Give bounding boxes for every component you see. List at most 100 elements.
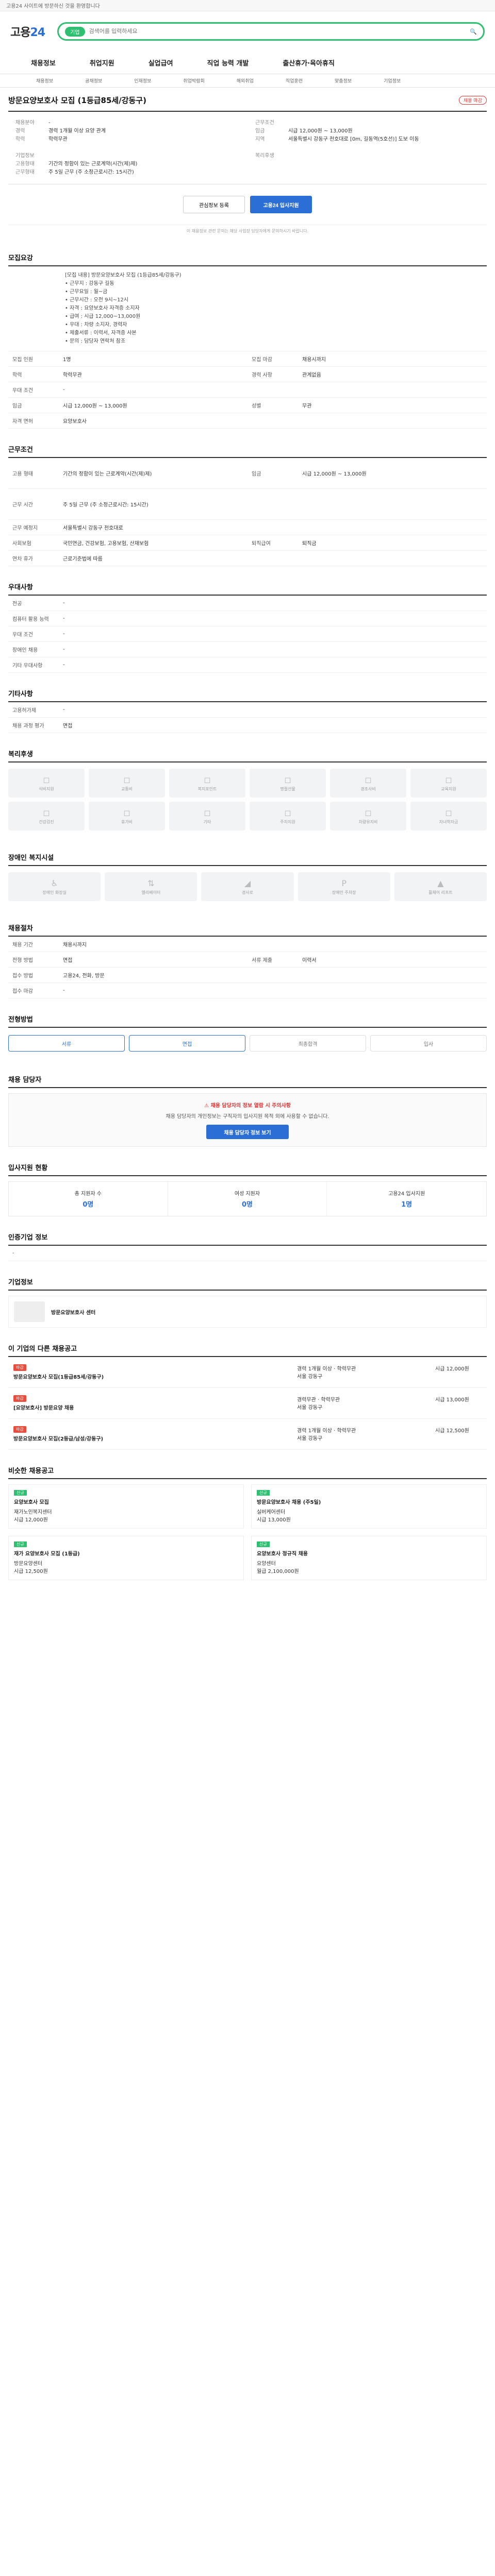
table-row: 채용 기간 채용시까지	[8, 937, 487, 952]
subnav-item[interactable]: 채용정보	[36, 77, 53, 84]
section-title: 근무조건	[8, 444, 487, 458]
section-title: 기업정보	[8, 1277, 487, 1291]
table-row: 컴퓨터 활용 능력 -	[8, 611, 487, 626]
section-preference: 우대사항 전공 - 컴퓨터 활용 능력 - 우대 조건 - 장애인 채용 - 기타 우대…	[8, 582, 487, 673]
subnav-item[interactable]: 공채정보	[85, 77, 102, 84]
status-badge: 채용 마감	[459, 96, 487, 105]
company-label: 기업정보	[15, 153, 35, 159]
similar-job-card[interactable]: 신규 재가 요양보호사 모집 (1등급) 방문요양센터 시급 12,500원	[8, 1536, 244, 1580]
similar-job-card[interactable]: 신규 방문요양보호사 채용 (주5일) 실버케어센터 시급 13,000원	[251, 1484, 487, 1529]
company-name: 방문요양보호사 센터	[51, 1310, 96, 1316]
recruit-description: [모집 내용] 방문요양보호사 모집 (1등급85세/강동구) • 근무지 : …	[8, 266, 487, 351]
table-row: 전형 방법 면접 서류 제출 이력서	[8, 952, 487, 968]
benefit-item: ◻ 복지포인트	[169, 769, 245, 798]
section-similar-jobs: 비슷한 채용공고 신규 요양보호사 모집 재가노인복지센터 시급 12,000원 신규…	[8, 1465, 487, 1580]
section-title: 전형방법	[8, 1014, 487, 1028]
step-item: 최종합격	[250, 1035, 366, 1052]
section-contact: 채용 담당자 ⚠ 채용 담당자의 정보 열람 시 주의사항 채용 담당자의 개인…	[8, 1074, 487, 1147]
benefit-label: 복리후생	[255, 153, 274, 159]
global-nav: 채용정보 취업지원 실업급여 직업 능력 개발 출산휴가·육아휴직	[0, 52, 495, 74]
similar-job-card[interactable]: 신규 요양보호사 정규직 채용 요양센터 월급 2,100,000원	[251, 1536, 487, 1580]
benefit-icon: ◻	[284, 807, 291, 818]
subnav-item[interactable]: 취업박람회	[183, 77, 204, 84]
subnav-item[interactable]: 맞춤정보	[335, 77, 352, 84]
section-selection: 전형방법 서류 면접 최종합격 입사	[8, 1014, 487, 1059]
contact-notice: ⚠ 채용 담당자의 정보 열람 시 주의사항 채용 담당자의 개인정보는 구직자…	[8, 1093, 487, 1147]
section-title: 복리후생	[8, 749, 487, 762]
benefit-item: ◻ 차량유지비	[330, 802, 406, 831]
table-row: 우대 조건 -	[8, 382, 487, 398]
gnb-item[interactable]: 실업급여	[148, 58, 173, 67]
section-apply-status: 입사지원 현황 총 지원자 수 0명 여성 지원자 0명 고용24 입사지원 1명	[8, 1162, 487, 1216]
benefit-icon: ◻	[365, 774, 372, 785]
facility-item: ◢ 경사로	[201, 872, 294, 901]
benefit-item: ◻ 식비지원	[8, 769, 85, 798]
section-benefits: 복리후생 ◻ 식비지원 ◻ 교통비 ◻ 복지포인트 ◻ 명절선물 ◻ 경조사비 ◻ 교육지원…	[8, 749, 487, 837]
top-notice-text: 고용24 사이트에 방문하신 것을 환영합니다	[6, 4, 100, 9]
contact-view-button[interactable]: 채용 담당자 정보 보기	[206, 1125, 289, 1139]
site-logo[interactable]: 고용24	[10, 23, 45, 40]
section-title: 입사지원 현황	[8, 1162, 487, 1176]
benefit-icon: ◻	[43, 807, 50, 818]
benefit-icon: ◻	[445, 807, 452, 818]
company-row: 근무형태 주 5일 근무 (주 소정근로시간: 15시간)	[15, 170, 134, 175]
scrap-button[interactable]: 관심정보 등록	[183, 196, 245, 213]
step-item: 입사	[370, 1035, 487, 1052]
apply-button[interactable]: 고용24 입사지원	[250, 196, 312, 213]
parking-icon: P	[341, 878, 347, 888]
table-row: 고용 형태 기간의 정함이 있는 근로계약(시간(제)제) 임금 시급 12,000원…	[8, 458, 487, 489]
benefit-icon: ◻	[204, 807, 211, 818]
section-certified: 인증기업 정보 -	[8, 1232, 487, 1261]
benefit-item: ◻ 명절선물	[250, 769, 326, 798]
table-row: 자격 면허 요양보호사	[8, 413, 487, 429]
section-title: 기타사항	[8, 688, 487, 702]
section-etc: 기타사항 고용허가제 - 채용 과정 평가 면접	[8, 688, 487, 733]
summary-row: 채용분야 -	[15, 120, 51, 126]
summary-row: 지역 서울특별시 강동구 천호대로 [0m, 길동역(5호선)] 도보 이동	[255, 137, 419, 142]
inquiry-note: 이 채용정보 관련 문의는 해당 사업장 담당자에게 문의하시기 바랍니다.	[186, 229, 309, 233]
subnav-item[interactable]: 인재정보	[134, 77, 151, 84]
subnav-item[interactable]: 직업훈련	[286, 77, 303, 84]
table-row: 전공 -	[8, 596, 487, 611]
section-title: 인증기업 정보	[8, 1232, 487, 1246]
job-summary: 채용분야 - 경력 경력 1개월 이상 요양 관계 학력 학력무관 기업정보 고용형태…	[8, 111, 487, 184]
search-icon[interactable]: 🔍	[470, 28, 477, 35]
table-row: 임금 시급 12,000원 ~ 13,000원 성별 무관	[8, 398, 487, 413]
gnb-item[interactable]: 출산휴가·육아휴직	[283, 58, 335, 67]
top-notice-bar: 고용24 사이트에 방문하신 것을 환영합니다	[0, 0, 495, 11]
section-facilities: 장애인 복지시설 ♿ 장애인 화장실 ⇅ 엘리베이터 ◢ 경사로 P 장애인 주차장 ▲…	[8, 852, 487, 907]
gnb-item[interactable]: 채용정보	[31, 58, 56, 67]
section-title: 이 기업의 다른 채용공고	[8, 1343, 487, 1357]
company-card: 방문요양보호사 센터	[8, 1296, 487, 1328]
table-row: 근무 예정지 서울특별시 강동구 천호대로	[8, 520, 487, 535]
summary-row: 학력 학력무관	[15, 137, 68, 142]
benefit-icon: ◻	[123, 807, 130, 818]
benefit-icon: ◻	[204, 774, 211, 785]
main-content: 방문요양보호사 모집 (1등급85세/강동구) 채용 마감 채용분야 - 경력 경력…	[0, 95, 495, 1601]
table-row: 사회보험 국민연금, 건강보험, 고용보험, 산재보험 퇴직급여 퇴직금	[8, 535, 487, 551]
subnav-item[interactable]: 해외취업	[237, 77, 254, 84]
summary-row: 경력 경력 1개월 이상 요양 관계	[15, 128, 106, 134]
gnb-item[interactable]: 직업 능력 개발	[207, 58, 249, 67]
benefit-icon: ◻	[284, 774, 291, 785]
stat-item: 총 지원자 수 0명	[9, 1182, 168, 1216]
table-row: 접수 마감 -	[8, 983, 487, 998]
summary-row: 근무조건	[255, 120, 274, 126]
similar-job-card[interactable]: 신규 요양보호사 모집 재가노인복지센터 시급 12,000원	[8, 1484, 244, 1529]
benefit-item: ◻ 교육지원	[410, 769, 487, 798]
gnb-item[interactable]: 취업지원	[90, 58, 114, 67]
list-item[interactable]: 마감 방문요양보호사 모집(2등급/남성/강동구) 경력 1개월 이상 · 학력무…	[8, 1419, 487, 1450]
table-row: 모집 인원 1명 모집 마감 채용시까지	[8, 351, 487, 367]
table-row: 근무 시간 주 5일 근무 (주 소정근로시간: 15시간)	[8, 489, 487, 520]
list-item[interactable]: 마감 [요양보호사] 방문요양 채용 경력무관 · 학력무관 서울 강동구 시급 1…	[8, 1388, 487, 1419]
search-category-tag[interactable]: 기업	[65, 26, 85, 37]
benefit-item: ◻ 기타	[169, 802, 245, 831]
lift-icon: ▲	[437, 878, 444, 888]
list-item[interactable]: 마감 방문요양보호사 모집(1등급85세/강동구) 경력 1개월 이상 · 학력무…	[8, 1357, 487, 1388]
search-input[interactable]	[89, 28, 470, 35]
restroom-icon: ♿	[51, 878, 58, 888]
benefit-item: ◻ 주차지원	[250, 802, 326, 831]
subnav-item[interactable]: 기업정보	[384, 77, 401, 84]
section-other-jobs: 이 기업의 다른 채용공고 마감 방문요양보호사 모집(1등급85세/강동구) 경…	[8, 1343, 487, 1450]
section-process: 채용절차 채용 기간 채용시까지 전형 방법 면접 서류 제출 이력서 접수 방법 고용2…	[8, 923, 487, 998]
